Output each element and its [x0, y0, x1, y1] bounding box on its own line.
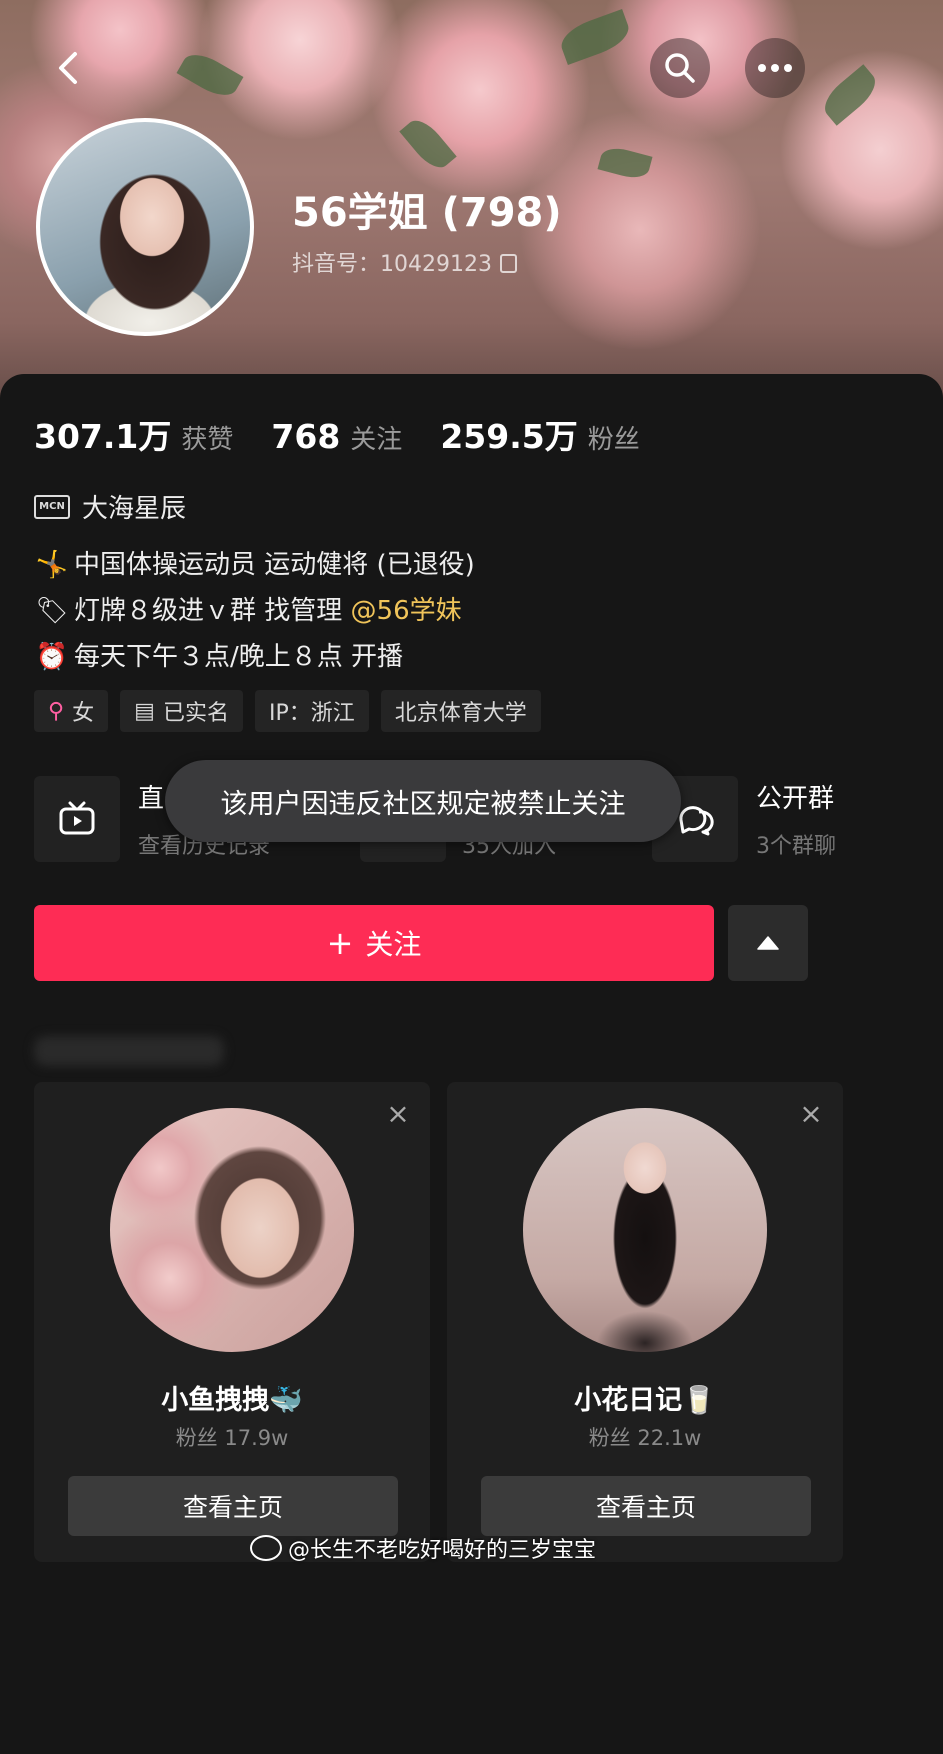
public-group-title: 公开群 — [756, 784, 835, 814]
view-profile-button[interactable]: 查看主页 — [481, 1476, 811, 1536]
expand-recommendations-button[interactable] — [728, 905, 808, 981]
stats-row: 307.1万 获赞 768 关注 259.5万 粉丝 — [34, 410, 678, 458]
recommended-fans: 粉丝 22.1w — [588, 1426, 702, 1450]
ip-tag: IP：浙江 — [254, 690, 369, 732]
more-button[interactable] — [745, 38, 805, 98]
close-icon[interactable]: × — [797, 1100, 825, 1128]
recommended-avatar[interactable] — [523, 1108, 767, 1352]
copy-icon[interactable] — [499, 254, 517, 273]
verified-tag: ▤ 已实名 — [120, 690, 243, 732]
recommended-avatar[interactable] — [110, 1108, 354, 1352]
follow-banned-toast: 该用户因违反社区规定被禁止关注 — [165, 760, 681, 842]
following-label[interactable]: 关注 — [350, 419, 402, 456]
tv-icon — [34, 776, 120, 862]
watermark-text: @长生不老吃好喝好的三岁宝宝 — [288, 1538, 597, 1563]
public-group-sub: 3个群聊 — [756, 834, 836, 859]
search-icon — [665, 53, 695, 83]
mcn-icon: MCN — [34, 494, 70, 519]
leaf-decoration — [556, 9, 634, 65]
mcn-row[interactable]: MCN 大海星辰 — [34, 488, 186, 525]
bio-text: 灯牌８级进ｖ群 找管理 — [74, 596, 343, 626]
leaf-decoration — [817, 64, 883, 126]
follow-button[interactable]: + 关注 — [34, 905, 714, 981]
verified-label: 已实名 — [162, 701, 229, 726]
label-tag-icon: 🏷 — [35, 596, 69, 626]
close-icon[interactable]: × — [384, 1100, 412, 1128]
following-count[interactable]: 768 — [271, 417, 340, 456]
profile-avatar[interactable] — [36, 118, 254, 336]
follow-button-label: 关注 — [365, 928, 422, 961]
douyin-id-text: 抖音号：10429123 — [292, 252, 492, 277]
gender-label: 女 — [72, 701, 95, 726]
bio-line: 🤸 中国体操运动员 运动健将 (已退役) — [34, 544, 475, 581]
recommendations-title-blurred — [34, 1036, 224, 1066]
gymnast-icon: 🤸 — [35, 550, 69, 580]
ip-label: IP：浙江 — [268, 701, 355, 726]
weibo-watermark: @长生不老吃好喝好的三岁宝宝 — [250, 1532, 596, 1564]
chevron-left-icon — [59, 52, 77, 84]
leaf-decoration — [597, 143, 653, 183]
gender-tag: ⚲ 女 — [34, 690, 109, 732]
likes-label: 获赞 — [181, 425, 234, 455]
douyin-id[interactable]: 抖音号：10429123 — [292, 246, 517, 278]
bio-text: 每天下午３点/晚上８点 开播 — [74, 642, 404, 672]
recommended-fans: 粉丝 17.9w — [175, 1426, 289, 1450]
followers-count[interactable]: 259.5万 — [440, 410, 577, 458]
leaf-decoration — [176, 47, 244, 103]
search-button[interactable] — [650, 38, 710, 98]
back-button[interactable] — [38, 38, 98, 98]
mcn-name: 大海星辰 — [82, 494, 187, 524]
profile-tags: ⚲ 女 ▤ 已实名 IP：浙江 北京体育大学 — [34, 690, 553, 732]
likes-count: 307.1万 — [34, 417, 172, 456]
weibo-icon — [250, 1535, 282, 1561]
recommended-name[interactable]: 小花日记🥛 — [447, 1378, 843, 1417]
more-dots-icon — [758, 64, 792, 72]
live-entry-title: 直 — [138, 784, 165, 814]
view-profile-button[interactable]: 查看主页 — [68, 1476, 398, 1536]
plus-icon: + — [326, 924, 354, 962]
female-icon: ⚲ — [48, 698, 65, 724]
school-label: 北京体育大学 — [394, 701, 527, 726]
recommended-name[interactable]: 小鱼拽拽🐳 — [34, 1378, 430, 1417]
triangle-up-icon — [757, 936, 779, 950]
bio-text: 中国体操运动员 运动健将 (已退役) — [74, 550, 475, 580]
leaf-decoration — [399, 113, 457, 175]
bio-line: 🏷 灯牌８级进ｖ群 找管理 @56学妹 — [34, 590, 462, 627]
mention-link[interactable]: @56学妹 — [351, 596, 462, 626]
alarm-clock-icon: ⏰ — [35, 642, 69, 672]
bio-line: ⏰ 每天下午３点/晚上８点 开播 — [34, 636, 403, 673]
school-tag[interactable]: 北京体育大学 — [380, 690, 541, 732]
profile-name: 56学姐 (798) — [292, 190, 562, 236]
public-group-entry[interactable]: 公开群 3个群聊 — [652, 776, 943, 862]
followers-label[interactable]: 粉丝 — [588, 419, 640, 456]
id-card-icon: ▤ — [134, 698, 155, 724]
